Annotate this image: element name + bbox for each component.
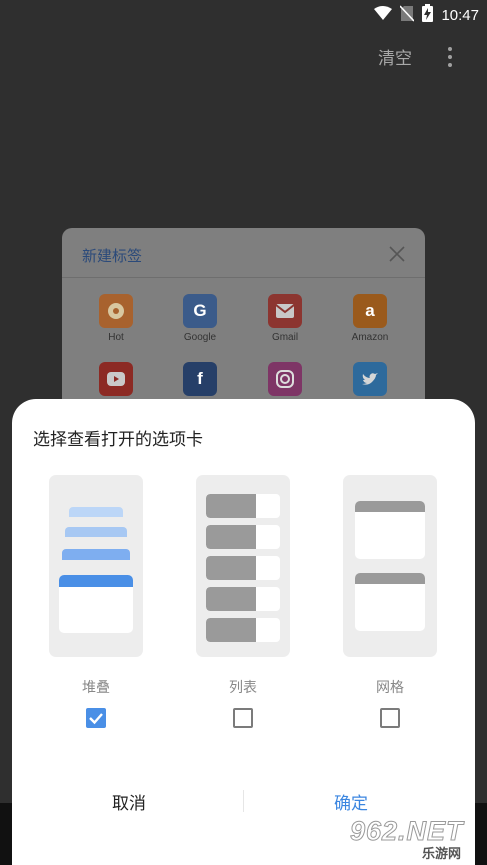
wifi-icon xyxy=(374,5,393,25)
stacked-preview[interactable] xyxy=(49,475,143,657)
tab-title: 新建标签 xyxy=(82,247,143,265)
site-watermark: 962.NET 乐游网 xyxy=(350,816,484,863)
grid-card xyxy=(355,573,425,631)
status-bar: 10:47 xyxy=(0,0,487,28)
speed-dial-gmail[interactable]: Gmail xyxy=(245,294,325,343)
battery-charging-icon xyxy=(422,4,434,26)
hot-icon xyxy=(99,294,133,328)
list-preview[interactable] xyxy=(196,475,290,657)
button-divider xyxy=(243,790,244,812)
speed-dial-facebook[interactable]: f xyxy=(160,362,240,396)
speed-dial-instagram[interactable] xyxy=(245,362,325,396)
option-stacked[interactable]: 堆叠 xyxy=(49,475,143,728)
speed-dial-hot[interactable]: Hot xyxy=(76,294,156,343)
stacked-front-tab xyxy=(59,575,133,633)
twitter-icon xyxy=(353,362,387,396)
grid-card xyxy=(355,501,425,559)
gmail-icon xyxy=(268,294,302,328)
stacked-checkbox[interactable] xyxy=(86,708,106,728)
speed-dial-youtube[interactable] xyxy=(76,362,156,396)
more-vertical-icon[interactable] xyxy=(440,44,460,68)
grid-checkbox[interactable] xyxy=(380,708,400,728)
tab-header-divider xyxy=(62,277,425,278)
list-checkbox[interactable] xyxy=(233,708,253,728)
facebook-icon: f xyxy=(183,362,217,396)
youtube-icon xyxy=(99,362,133,396)
tab-view-dialog: 选择查看打开的选项卡 堆叠 列表 网格 取消 确定 xyxy=(12,399,475,865)
speed-dial-amazon[interactable]: a Amazon xyxy=(330,294,410,343)
speed-dial-twitter[interactable] xyxy=(330,362,410,396)
list-row xyxy=(206,618,280,642)
instagram-icon xyxy=(268,362,302,396)
speed-dial-label: Hot xyxy=(108,332,124,343)
stacked-tab-layer xyxy=(65,527,127,537)
option-list[interactable]: 列表 xyxy=(196,475,290,728)
no-sim-icon xyxy=(399,4,416,26)
clock-time: 10:47 xyxy=(441,6,479,24)
grid-preview[interactable] xyxy=(343,475,437,657)
speed-dial-label: Google xyxy=(183,332,217,343)
stacked-tab-layer xyxy=(62,549,130,560)
google-icon: G xyxy=(183,294,217,328)
list-row xyxy=(206,587,280,611)
option-label: 网格 xyxy=(376,680,404,696)
cancel-button[interactable]: 取消 xyxy=(112,789,146,814)
close-icon[interactable] xyxy=(387,244,407,264)
option-label: 堆叠 xyxy=(82,680,110,696)
list-row xyxy=(206,525,280,549)
speed-dial-label: Gmail xyxy=(271,332,299,343)
option-label: 列表 xyxy=(229,680,257,696)
speed-dial-label: Amazon xyxy=(351,332,389,343)
dialog-title: 选择查看打开的选项卡 xyxy=(33,430,203,450)
list-row xyxy=(206,494,280,518)
confirm-button[interactable]: 确定 xyxy=(334,789,368,814)
amazon-icon: a xyxy=(353,294,387,328)
new-tab-card[interactable]: 新建标签 Hot G Google Gmail a Amazon f xyxy=(62,228,425,428)
speed-dial-google[interactable]: G Google xyxy=(160,294,240,343)
watermark-sub-text: 乐游网 xyxy=(422,847,462,862)
list-row xyxy=(206,556,280,580)
option-grid[interactable]: 网格 xyxy=(343,475,437,728)
clear-all-button[interactable]: 清空 xyxy=(378,44,412,69)
stacked-tab-layer xyxy=(69,507,123,517)
